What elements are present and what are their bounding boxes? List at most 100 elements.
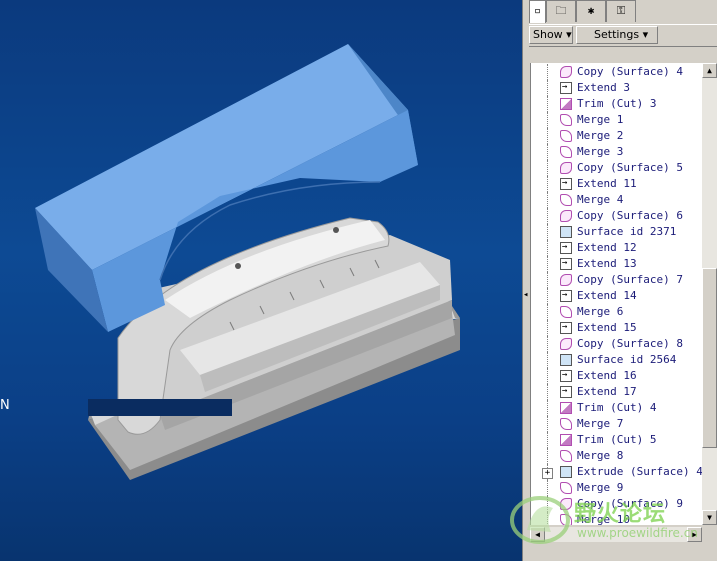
surface-icon: [560, 354, 572, 366]
tree-item[interactable]: Copy (Surface) 6: [531, 208, 703, 224]
graphics-viewport[interactable]: N: [0, 0, 522, 561]
tree-connector: [547, 208, 560, 224]
tree-item-label: Merge 8: [577, 449, 624, 462]
copy-surface-icon: [560, 498, 572, 510]
tree-connector: [547, 304, 560, 320]
tree-connector: [547, 240, 560, 256]
tree-item[interactable]: Extend 13: [531, 255, 703, 272]
tree-item[interactable]: Merge 6: [531, 304, 703, 320]
scroll-right-icon[interactable]: ▶: [687, 527, 702, 542]
collapse-arrow-icon[interactable]: ◂: [523, 290, 528, 300]
tree-item[interactable]: Merge 2: [531, 128, 703, 144]
favorites-tab[interactable]: ✱: [576, 0, 606, 22]
extrude-icon: [560, 466, 572, 478]
tree-item[interactable]: Surface id 2564: [531, 352, 703, 368]
tree-connector: [547, 384, 560, 400]
connections-icon: ⚿: [616, 4, 626, 17]
tree-item[interactable]: Copy (Surface) 4: [531, 64, 703, 80]
panel-bottom-strip: [529, 545, 717, 561]
merge-icon: [560, 130, 572, 142]
tree-item[interactable]: Copy (Surface) 8: [531, 336, 703, 352]
extend-icon: [560, 255, 572, 271]
expand-plus-icon[interactable]: +: [542, 468, 553, 479]
tree-horizontal-scrollbar[interactable]: ◀ ▶: [530, 527, 702, 542]
tree-item[interactable]: Copy (Surface) 5: [531, 160, 703, 176]
tree-item[interactable]: Merge 10: [531, 512, 703, 525]
viewport-edge-letter: N: [0, 398, 10, 413]
merge-icon: [560, 514, 572, 525]
tree-item[interactable]: Extend 17: [531, 383, 703, 400]
tree-connector: [547, 80, 560, 96]
folder-browser-tab[interactable]: 🗀: [546, 0, 576, 22]
tree-item-label: Merge 1: [577, 113, 624, 126]
tree-item-label: Merge 9: [577, 481, 624, 494]
tree-item[interactable]: Merge 7: [531, 416, 703, 432]
extend-icon: [560, 79, 572, 95]
copy-surface-icon: [560, 162, 572, 174]
tree-connector: [547, 320, 560, 336]
tree-item[interactable]: Merge 1: [531, 112, 703, 128]
connections-tab[interactable]: ⚿: [606, 0, 636, 22]
tree-item[interactable]: Copy (Surface) 9: [531, 496, 703, 512]
tree-item[interactable]: Extend 16: [531, 367, 703, 384]
panel-sash[interactable]: ◂: [522, 0, 529, 561]
extend-icon: [560, 239, 572, 255]
tree-item[interactable]: Trim (Cut) 5: [531, 432, 703, 448]
tree-item-label: Merge 2: [577, 129, 624, 142]
navigator-panel: ▫ 🗀 ✱ ⚿ Show ▾ Settings ▾ Copy (Surface)…: [529, 0, 717, 561]
tree-connector: [547, 192, 560, 208]
tree-connector: [547, 400, 560, 416]
tree-item[interactable]: Trim (Cut) 3: [531, 96, 703, 112]
tree-item[interactable]: Trim (Cut) 4: [531, 400, 703, 416]
settings-menu-button[interactable]: Settings ▾: [576, 26, 658, 44]
tree-item[interactable]: Extend 11: [531, 175, 703, 192]
scroll-left-icon[interactable]: ◀: [530, 527, 545, 542]
tree-connector: [547, 224, 560, 240]
surface-icon: [560, 226, 572, 238]
tree-connector: [547, 64, 560, 80]
tree-item-label: Extrude (Surface) 4: [577, 465, 703, 478]
merge-icon: [560, 114, 572, 126]
tree-connector: [547, 336, 560, 352]
tree-connector: [547, 368, 560, 384]
merge-icon: [560, 146, 572, 158]
scroll-thumb[interactable]: [702, 268, 717, 448]
navigator-toolbar: Show ▾ Settings ▾: [529, 24, 717, 47]
model-tree-tab[interactable]: ▫: [529, 0, 546, 23]
merge-icon: [560, 418, 572, 430]
tree-vertical-scrollbar[interactable]: ▲ ▼: [702, 63, 717, 525]
tree-item[interactable]: Copy (Surface) 7: [531, 272, 703, 288]
extend-icon: [560, 287, 572, 303]
tree-connector: [547, 432, 560, 448]
model-tree[interactable]: Copy (Surface) 4 Extend 3 Trim (Cut) 3 Merg…: [530, 63, 703, 525]
tree-item-label: Surface id 2371: [577, 225, 677, 238]
tree-item[interactable]: Extend 12: [531, 239, 703, 256]
tree-connector: [547, 288, 560, 304]
tree-item[interactable]: Surface id 2371: [531, 224, 703, 240]
tree-item[interactable]: Extend 15: [531, 319, 703, 336]
merge-icon: [560, 482, 572, 494]
tree-item-label: Copy (Surface) 6: [577, 209, 683, 222]
tree-connector: [547, 144, 560, 160]
tree-item[interactable]: Extend 3: [531, 79, 703, 96]
tree-item-label: Copy (Surface) 9: [577, 497, 683, 510]
tree-item-label: Extend 14: [577, 289, 637, 302]
tree-item[interactable]: Merge 9: [531, 480, 703, 496]
tree-item-label: Trim (Cut) 4: [577, 401, 657, 414]
tree-item-label: Extend 12: [577, 241, 637, 254]
tree-connector: [547, 160, 560, 176]
scroll-up-icon[interactable]: ▲: [702, 63, 717, 78]
folder-icon: 🗀: [555, 4, 567, 17]
tree-item[interactable]: Merge 3: [531, 144, 703, 160]
tree-item[interactable]: Merge 4: [531, 192, 703, 208]
tree-item[interactable]: Merge 8: [531, 448, 703, 464]
tree-connector: [547, 128, 560, 144]
tree-connector: [547, 496, 560, 512]
trim-icon: [560, 402, 572, 414]
show-menu-button[interactable]: Show ▾: [529, 26, 573, 44]
tree-item-label: Merge 6: [577, 305, 624, 318]
scroll-down-icon[interactable]: ▼: [702, 510, 717, 525]
tree-item[interactable]: Extend 14: [531, 287, 703, 304]
tree-item[interactable]: + Extrude (Surface) 4: [531, 464, 703, 480]
navigator-tabs: ▫ 🗀 ✱ ⚿: [529, 0, 717, 23]
